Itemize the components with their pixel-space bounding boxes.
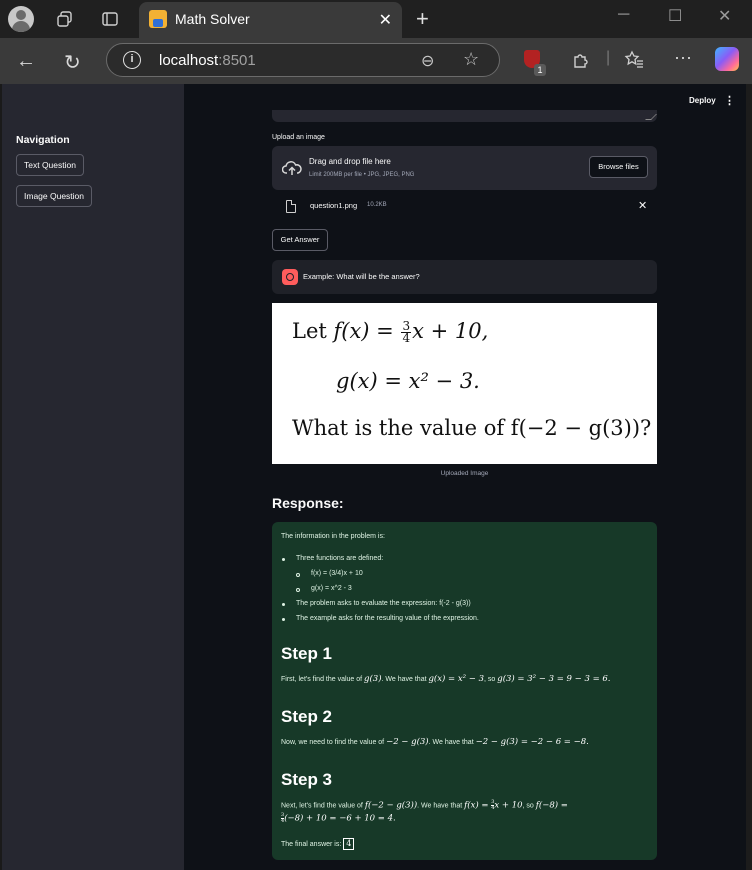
more-options-icon[interactable]: ⋯ — [674, 48, 692, 69]
sub-bullet-icon — [296, 573, 300, 577]
response-bullet: Three functions are defined: — [296, 555, 384, 562]
back-arrow-icon[interactable]: ← — [16, 50, 36, 73]
minimize-icon[interactable]: ─ — [618, 6, 629, 24]
sidebar: Navigation Text Question Image Question — [0, 84, 184, 870]
get-answer-button[interactable]: Get Answer — [272, 229, 328, 251]
browser-tab-strip: Math Solver ✕ + ─ ☐ ✕ — [0, 0, 752, 38]
site-info-icon[interactable]: i — [123, 51, 141, 69]
text-question-button[interactable]: Text Question — [16, 154, 84, 176]
browser-toolbar: ← ↻ i localhost:8501 ⊖ ☆ 1 | ⋯ — [0, 38, 752, 84]
image-question-button[interactable]: Image Question — [16, 185, 93, 207]
favorite-star-icon[interactable]: ☆ — [463, 49, 479, 70]
streamlit-app: Navigation Text Question Image Question … — [0, 84, 752, 870]
streamlit-favicon-icon — [149, 10, 167, 28]
window-close-icon[interactable]: ✕ — [718, 6, 731, 26]
uploaded-file-row: question1.png 10.2KB ✕ — [272, 196, 657, 218]
step-3-text-line-2: 3 4 (−8) + 10 = −6 + 10 = 4. — [281, 812, 396, 824]
main-content: Deploy ⋮ Upload an image Drag and drop f… — [184, 84, 746, 870]
copilot-icon[interactable] — [715, 47, 739, 71]
example-text: Example: What will be the answer? — [303, 272, 420, 281]
sidebar-title: Navigation — [16, 134, 70, 146]
dropzone-title: Drag and drop file here — [309, 157, 391, 166]
extension-badge: 1 — [534, 64, 546, 76]
step-2-heading: Step 2 — [281, 707, 333, 726]
response-sub-bullet: f(x) = (3/4)x + 10 — [311, 570, 363, 577]
refresh-icon[interactable]: ↻ — [64, 50, 81, 75]
file-dropzone[interactable]: Drag and drop file here Limit 200MB per … — [272, 146, 657, 190]
zoom-out-icon[interactable]: ⊖ — [421, 51, 434, 71]
favorites-list-icon[interactable] — [624, 50, 644, 70]
cloud-upload-icon — [282, 161, 302, 175]
response-bullet: The example asks for the resulting value… — [296, 615, 479, 622]
step-3-heading: Step 3 — [281, 770, 333, 789]
uploaded-question-image: Let f(x) = 34x + 10, g(x) = x² − 3. What… — [272, 303, 657, 464]
final-answer-line: The final answer is: 4 — [281, 838, 355, 850]
workspaces-icon[interactable] — [56, 10, 74, 28]
upload-label: Upload an image — [272, 134, 325, 141]
sub-bullet-icon — [296, 588, 300, 592]
response-sub-bullet: g(x) = x^2 - 3 — [311, 585, 352, 592]
bullet-icon — [282, 603, 285, 606]
deploy-button[interactable]: Deploy — [689, 96, 716, 105]
step-2-text: Now, we need to find the value of −2 − g… — [281, 737, 589, 747]
step-3-text-line-1: Next, let's find the value of f(−2 − g(3… — [281, 799, 568, 811]
image-line-3: What is the value of f(−2 − g(3))? — [292, 416, 652, 440]
dropzone-limits: Limit 200MB per file • JPG, JPEG, PNG — [309, 172, 415, 178]
profile-avatar[interactable] — [8, 6, 34, 32]
browse-files-button[interactable]: Browse files — [589, 156, 648, 178]
response-bullet: The problem asks to evaluate the express… — [296, 600, 471, 607]
assistant-avatar-icon — [282, 269, 298, 285]
main-menu-icon[interactable]: ⋮ — [724, 94, 735, 107]
bullet-icon — [282, 558, 285, 561]
response-intro: The information in the problem is: — [281, 533, 385, 540]
image-line-2: g(x) = x² − 3. — [336, 369, 480, 393]
extensions-puzzle-icon[interactable] — [571, 50, 591, 70]
toolbar-divider: | — [606, 49, 611, 66]
tab-actions-icon[interactable] — [101, 10, 119, 28]
file-icon — [286, 200, 296, 213]
tab-close-icon[interactable]: ✕ — [379, 10, 392, 30]
step-1-text: First, let's find the value of g(3). We … — [281, 674, 611, 684]
new-tab-button[interactable]: + — [416, 6, 429, 32]
tab-math-solver[interactable]: Math Solver ✕ — [139, 2, 402, 38]
example-chat-message: Example: What will be the answer? — [272, 260, 657, 294]
file-size: 10.2KB — [367, 202, 387, 208]
maximize-icon[interactable]: ☐ — [668, 6, 682, 26]
window-edge — [746, 84, 752, 870]
url-text: localhost:8501 — [159, 52, 256, 69]
remove-file-icon[interactable]: ✕ — [638, 199, 647, 212]
response-box: The information in the problem is: Three… — [272, 522, 657, 860]
image-caption: Uploaded Image — [440, 470, 489, 477]
question-textarea[interactable] — [272, 110, 657, 122]
response-heading: Response: — [272, 495, 344, 511]
bullet-icon — [282, 618, 285, 621]
resize-handle-icon[interactable] — [645, 114, 657, 120]
step-1-heading: Step 1 — [281, 644, 333, 663]
final-answer-box: 4 — [343, 838, 355, 850]
tab-title: Math Solver — [175, 11, 250, 27]
address-bar[interactable]: i localhost:8501 ⊖ ☆ — [106, 43, 500, 77]
file-name: question1.png — [310, 201, 358, 210]
image-line-1: Let f(x) = 34x + 10, — [292, 319, 489, 345]
